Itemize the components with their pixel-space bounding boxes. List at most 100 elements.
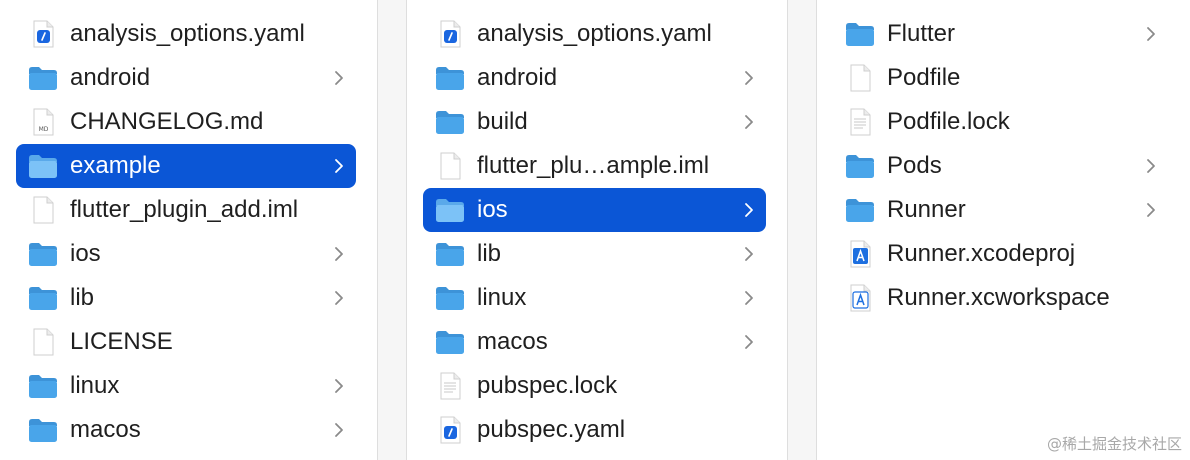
list-item[interactable]: Runner (833, 188, 1168, 232)
chevron-right-icon (742, 245, 756, 263)
column-ios[interactable]: Flutter Podfile Podfile.lock Pods Runner… (817, 0, 1190, 460)
item-label: Runner.xcworkspace (887, 284, 1110, 311)
list-item[interactable]: macos (423, 320, 766, 364)
chevron-right-icon (332, 245, 346, 263)
chevron-right-icon (332, 421, 346, 439)
chevron-right-icon (332, 289, 346, 307)
chevron-right-icon (742, 289, 756, 307)
item-label: macos (70, 416, 141, 443)
svg-text:MD: MD (39, 126, 49, 133)
item-label: Flutter (887, 20, 956, 47)
item-label: Runner.xcodeproj (887, 240, 1076, 267)
list-item[interactable]: Flutter (833, 12, 1168, 56)
folder-icon (28, 152, 58, 180)
list-item[interactable]: pubspec.lock (423, 364, 766, 408)
item-label: LICENSE (70, 328, 173, 355)
chevron-right-icon (1144, 25, 1158, 43)
chevron-right-icon (742, 113, 756, 131)
item-label: Podfile.lock (887, 108, 1010, 135)
list-item[interactable]: Podfile.lock (833, 100, 1168, 144)
watermark: @稀土掘金技术社区 (1046, 435, 1182, 453)
item-label: lib (477, 240, 502, 267)
xcodeproj-icon (845, 240, 875, 268)
item-label: build (477, 108, 528, 135)
folder-icon (435, 240, 465, 268)
list-item[interactable]: lib (423, 232, 766, 276)
item-label: pubspec.yaml (477, 416, 626, 443)
list-item[interactable]: Pods (833, 144, 1168, 188)
list-item[interactable]: Podfile (833, 56, 1168, 100)
list-item[interactable]: analysis_options.yaml (423, 12, 766, 56)
list-item[interactable]: LICENSE (16, 320, 356, 364)
folder-icon (845, 152, 875, 180)
list-item[interactable]: macos (16, 408, 356, 452)
folder-icon (28, 372, 58, 400)
folder-icon (845, 20, 875, 48)
blank-file-icon (435, 152, 465, 180)
chevron-right-icon (332, 157, 346, 175)
list-item[interactable]: android (16, 56, 356, 100)
chevron-right-icon (742, 333, 756, 351)
chevron-right-icon (332, 377, 346, 395)
list-item[interactable]: Runner.xcodeproj (833, 232, 1168, 276)
folder-icon (28, 64, 58, 92)
list-item[interactable]: flutter_plu…ample.iml (423, 144, 766, 188)
folder-icon (435, 108, 465, 136)
item-label: linux (70, 372, 120, 399)
list-item[interactable]: Runner.xcworkspace (833, 276, 1168, 320)
yaml-file-icon (435, 416, 465, 444)
item-label: ios (477, 196, 508, 223)
folder-icon (435, 64, 465, 92)
column-divider[interactable] (787, 0, 817, 460)
list-item[interactable]: android (423, 56, 766, 100)
chevron-right-icon (742, 69, 756, 87)
list-item[interactable]: flutter_plugin_add.iml (16, 188, 356, 232)
column-divider[interactable] (377, 0, 407, 460)
list-item[interactable]: ios (16, 232, 356, 276)
yaml-file-icon (28, 20, 58, 48)
folder-icon (28, 284, 58, 312)
list-item[interactable]: linux (423, 276, 766, 320)
folder-icon (845, 196, 875, 224)
chevron-right-icon (1144, 157, 1158, 175)
item-label: analysis_options.yaml (70, 20, 305, 47)
blank-file-icon (28, 328, 58, 356)
folder-icon (435, 328, 465, 356)
yaml-file-icon (435, 20, 465, 48)
folder-icon (28, 416, 58, 444)
item-label: lib (70, 284, 95, 311)
list-item[interactable]: linux (16, 364, 356, 408)
list-item[interactable]: example (16, 144, 356, 188)
xcworkspace-icon (845, 284, 875, 312)
item-label: flutter_plu…ample.iml (477, 152, 710, 179)
list-item[interactable]: ios (423, 188, 766, 232)
list-item[interactable]: analysis_options.yaml (16, 12, 356, 56)
blank-file-icon (28, 196, 58, 224)
folder-icon (28, 240, 58, 268)
item-label: Runner (887, 196, 966, 223)
column-example[interactable]: analysis_options.yaml android build flut… (407, 0, 788, 460)
item-label: linux (477, 284, 527, 311)
list-item[interactable]: build (423, 100, 766, 144)
list-item[interactable]: lib (16, 276, 356, 320)
item-label: pubspec.lock (477, 372, 618, 399)
item-label: Pods (887, 152, 942, 179)
markdown-file-icon: MD (28, 108, 58, 136)
text-file-icon (845, 108, 875, 136)
chevron-right-icon (332, 69, 346, 87)
item-label: android (477, 64, 558, 91)
list-item[interactable]: pubspec.yaml (423, 408, 766, 452)
list-item[interactable]: MD CHANGELOG.md (16, 100, 356, 144)
item-label: ios (70, 240, 101, 267)
chevron-right-icon (1144, 201, 1158, 219)
folder-icon (435, 284, 465, 312)
item-label: example (70, 152, 161, 179)
item-label: CHANGELOG.md (70, 108, 264, 135)
item-label: macos (477, 328, 548, 355)
text-file-icon (435, 372, 465, 400)
column-root[interactable]: analysis_options.yaml android MD CHANGEL… (0, 0, 378, 460)
blank-file-icon (845, 64, 875, 92)
folder-icon (435, 196, 465, 224)
item-label: analysis_options.yaml (477, 20, 712, 47)
chevron-right-icon (742, 201, 756, 219)
